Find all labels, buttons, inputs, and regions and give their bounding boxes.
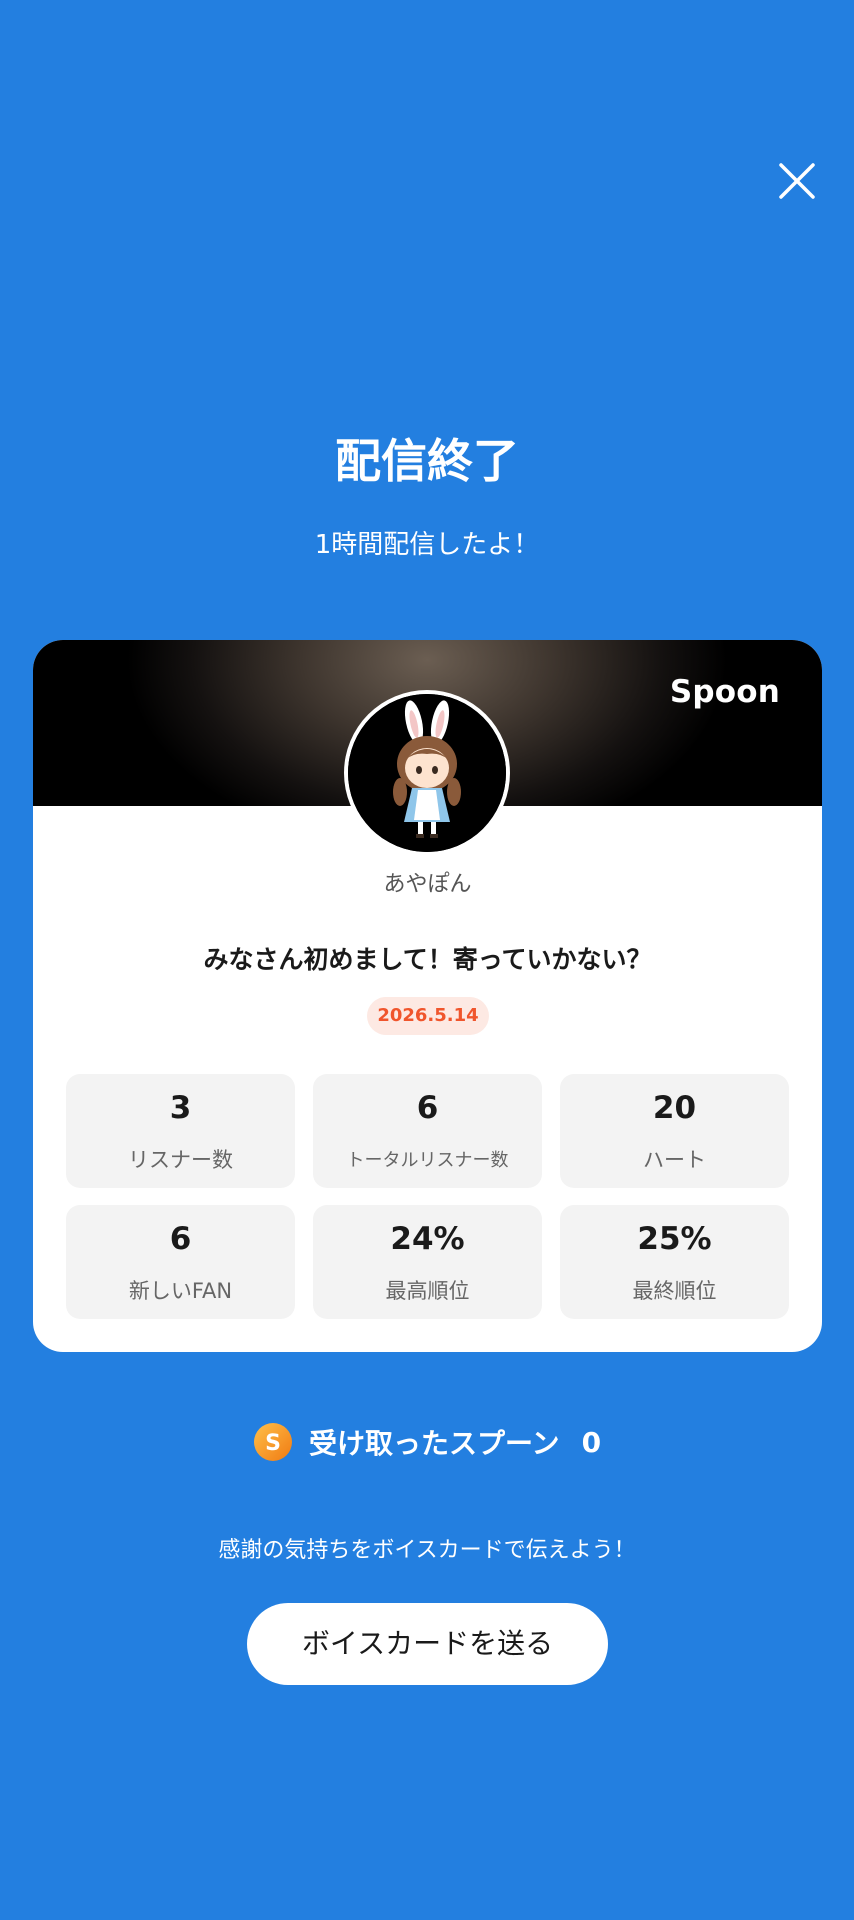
stat-label: リスナー数 <box>128 1148 233 1172</box>
stat-value: 3 <box>169 1090 192 1126</box>
avatar-image <box>348 694 506 852</box>
stat-value: 25% <box>637 1221 712 1257</box>
stat-total-listeners: 6 トータルリスナー数 <box>313 1074 542 1188</box>
stat-value: 24% <box>390 1221 465 1257</box>
close-button[interactable] <box>776 160 818 202</box>
page-subtitle: 1時間配信したよ！ <box>314 530 540 560</box>
send-voice-card-button[interactable]: ボイスカードを送る <box>247 1603 608 1685</box>
stat-value: 6 <box>169 1221 192 1257</box>
stat-new-fans: 6 新しいFAN <box>66 1205 295 1319</box>
spoon-coin-icon: S <box>253 1422 293 1462</box>
stat-label: 新しいFAN <box>128 1279 233 1303</box>
stream-title: みなさん初めまして！寄っていかない？ <box>203 945 652 974</box>
stat-listeners: 3 リスナー数 <box>66 1074 295 1188</box>
brand-logo: Spoon <box>669 674 780 710</box>
thanks-message: 感謝の気持ちをボイスカードで伝えよう！ <box>218 1538 636 1563</box>
date-badge: 2026.5.14 <box>367 997 489 1035</box>
spoons-count: 0 <box>581 1425 602 1459</box>
stat-final-rank: 25% 最終順位 <box>560 1205 789 1319</box>
username: あやぽん <box>383 872 472 897</box>
stat-label: ハート <box>643 1148 706 1172</box>
stat-value: 6 <box>416 1090 439 1126</box>
stat-hearts: 20 ハート <box>560 1074 789 1188</box>
stat-value: 20 <box>652 1090 697 1126</box>
stat-label: 最高順位 <box>385 1279 470 1303</box>
stat-label: 最終順位 <box>632 1279 717 1303</box>
close-icon <box>779 163 815 199</box>
avatar <box>344 690 510 856</box>
summary-card: Spoon あやぽん みなさん初めまして！寄っていかない？ 2026.5.14 … <box>33 640 822 1352</box>
stat-label: トータルリスナー数 <box>346 1150 509 1171</box>
stat-highest-rank: 24% 最高順位 <box>313 1205 542 1319</box>
spoons-label: 受け取ったスプーン <box>308 1427 560 1460</box>
page-title: 配信終了 <box>335 434 519 488</box>
coin-letter: S <box>265 1431 281 1456</box>
spoons-received: S 受け取ったスプーン 0 <box>0 1422 854 1466</box>
